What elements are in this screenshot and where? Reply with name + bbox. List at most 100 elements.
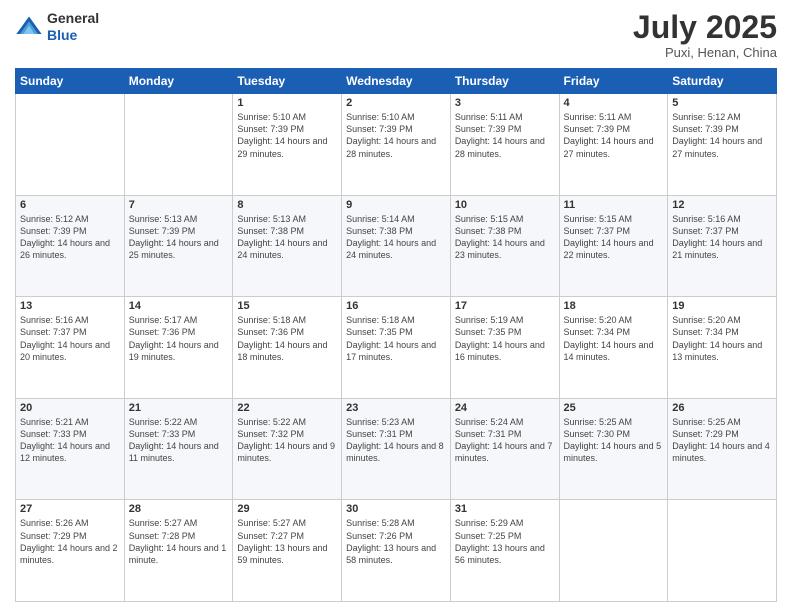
calendar-cell: 21 Sunrise: 5:22 AMSunset: 7:33 PMDayligh…: [124, 398, 233, 500]
calendar-cell: 4 Sunrise: 5:11 AMSunset: 7:39 PMDaylight…: [559, 94, 668, 196]
day-number: 23: [346, 402, 446, 414]
cell-content: Sunrise: 5:28 AMSunset: 7:26 PMDaylight:…: [346, 517, 446, 566]
cell-content: Sunrise: 5:16 AMSunset: 7:37 PMDaylight:…: [20, 314, 120, 363]
cell-content: Sunrise: 5:18 AMSunset: 7:35 PMDaylight:…: [346, 314, 446, 363]
calendar-cell: 14 Sunrise: 5:17 AMSunset: 7:36 PMDayligh…: [124, 297, 233, 399]
calendar-cell: [668, 500, 777, 602]
calendar-cell: [559, 500, 668, 602]
calendar-cell: 31Sunrise: 5:29 AMSunset: 7:25 PMDayligh…: [450, 500, 559, 602]
calendar-cell: 2Sunrise: 5:10 AMSunset: 7:39 PMDaylight…: [342, 94, 451, 196]
day-number: 18: [564, 300, 664, 312]
calendar-cell: 28Sunrise: 5:27 AMSunset: 7:28 PMDayligh…: [124, 500, 233, 602]
day-number: 19: [672, 300, 772, 312]
calendar-cell: 25 Sunrise: 5:25 AMSunset: 7:30 PMDayligh…: [559, 398, 668, 500]
cell-content: Sunrise: 5:20 AMSunset: 7:34 PMDaylight:…: [564, 314, 664, 363]
cell-content: Sunrise: 5:22 AMSunset: 7:32 PMDaylight:…: [237, 416, 337, 465]
calendar-cell: 26 Sunrise: 5:25 AMSunset: 7:29 PMDayligh…: [668, 398, 777, 500]
day-number: 1: [237, 97, 337, 109]
day-number: 28: [129, 503, 229, 515]
weekday-header: Tuesday: [233, 69, 342, 94]
calendar-table: SundayMondayTuesdayWednesdayThursdayFrid…: [15, 68, 777, 602]
cell-content: Sunrise: 5:14 AMSunset: 7:38 PMDaylight:…: [346, 213, 446, 262]
cell-content: Sunrise: 5:25 AMSunset: 7:30 PMDaylight:…: [564, 416, 664, 465]
cell-content: Sunrise: 5:15 AMSunset: 7:38 PMDaylight:…: [455, 213, 555, 262]
day-number: 16: [346, 300, 446, 312]
day-number: 7: [129, 199, 229, 211]
calendar-cell: 13 Sunrise: 5:16 AMSunset: 7:37 PMDayligh…: [16, 297, 125, 399]
calendar-cell: 16 Sunrise: 5:18 AMSunset: 7:35 PMDayligh…: [342, 297, 451, 399]
location: Puxi, Henan, China: [633, 45, 777, 60]
calendar-cell: 6Sunrise: 5:12 AMSunset: 7:39 PMDaylight…: [16, 195, 125, 297]
cell-content: Sunrise: 5:13 AMSunset: 7:39 PMDaylight:…: [129, 213, 229, 262]
weekday-header: Wednesday: [342, 69, 451, 94]
cell-content: Sunrise: 5:22 AMSunset: 7:33 PMDaylight:…: [129, 416, 229, 465]
day-number: 20: [20, 402, 120, 414]
calendar-cell: 15Sunrise: 5:18 AMSunset: 7:36 PMDayligh…: [233, 297, 342, 399]
calendar-week-row: 13 Sunrise: 5:16 AMSunset: 7:37 PMDayligh…: [16, 297, 777, 399]
calendar-cell: [124, 94, 233, 196]
cell-content: Sunrise: 5:19 AMSunset: 7:35 PMDaylight:…: [455, 314, 555, 363]
day-number: 5: [672, 97, 772, 109]
calendar-cell: 27Sunrise: 5:26 AMSunset: 7:29 PMDayligh…: [16, 500, 125, 602]
day-number: 22: [237, 402, 337, 414]
logo-text: General Blue: [47, 10, 99, 44]
cell-content: Sunrise: 5:25 AMSunset: 7:29 PMDaylight:…: [672, 416, 772, 465]
calendar-cell: 20 Sunrise: 5:21 AMSunset: 7:33 PMDayligh…: [16, 398, 125, 500]
calendar-cell: 3Sunrise: 5:11 AMSunset: 7:39 PMDaylight…: [450, 94, 559, 196]
cell-content: Sunrise: 5:16 AMSunset: 7:37 PMDaylight:…: [672, 213, 772, 262]
cell-content: Sunrise: 5:24 AMSunset: 7:31 PMDaylight:…: [455, 416, 555, 465]
day-number: 17: [455, 300, 555, 312]
day-number: 24: [455, 402, 555, 414]
calendar-cell: 5 Sunrise: 5:12 AMSunset: 7:39 PMDaylight…: [668, 94, 777, 196]
cell-content: Sunrise: 5:13 AMSunset: 7:38 PMDaylight:…: [237, 213, 337, 262]
calendar-cell: 19Sunrise: 5:20 AMSunset: 7:34 PMDayligh…: [668, 297, 777, 399]
cell-content: Sunrise: 5:10 AMSunset: 7:39 PMDaylight:…: [237, 111, 337, 160]
calendar-week-row: 20 Sunrise: 5:21 AMSunset: 7:33 PMDayligh…: [16, 398, 777, 500]
day-number: 13: [20, 300, 120, 312]
day-number: 4: [564, 97, 664, 109]
calendar-cell: 9 Sunrise: 5:14 AMSunset: 7:38 PMDaylight…: [342, 195, 451, 297]
logo-general: General: [47, 10, 99, 27]
cell-content: Sunrise: 5:21 AMSunset: 7:33 PMDaylight:…: [20, 416, 120, 465]
day-number: 10: [455, 199, 555, 211]
day-number: 26: [672, 402, 772, 414]
weekday-header: Friday: [559, 69, 668, 94]
calendar-cell: 12 Sunrise: 5:16 AMSunset: 7:37 PMDayligh…: [668, 195, 777, 297]
calendar-header-row: SundayMondayTuesdayWednesdayThursdayFrid…: [16, 69, 777, 94]
calendar-cell: 11Sunrise: 5:15 AMSunset: 7:37 PMDayligh…: [559, 195, 668, 297]
calendar-cell: 30Sunrise: 5:28 AMSunset: 7:26 PMDayligh…: [342, 500, 451, 602]
day-number: 12: [672, 199, 772, 211]
calendar-cell: 17 Sunrise: 5:19 AMSunset: 7:35 PMDayligh…: [450, 297, 559, 399]
day-number: 14: [129, 300, 229, 312]
calendar-cell: 7 Sunrise: 5:13 AMSunset: 7:39 PMDaylight…: [124, 195, 233, 297]
page: General Blue July 2025 Puxi, Henan, Chin…: [0, 0, 792, 612]
calendar-cell: [16, 94, 125, 196]
cell-content: Sunrise: 5:11 AMSunset: 7:39 PMDaylight:…: [564, 111, 664, 160]
calendar-cell: 24 Sunrise: 5:24 AMSunset: 7:31 PMDayligh…: [450, 398, 559, 500]
calendar-cell: 23 Sunrise: 5:23 AMSunset: 7:31 PMDayligh…: [342, 398, 451, 500]
day-number: 3: [455, 97, 555, 109]
calendar-cell: 29Sunrise: 5:27 AMSunset: 7:27 PMDayligh…: [233, 500, 342, 602]
weekday-header: Thursday: [450, 69, 559, 94]
cell-content: Sunrise: 5:26 AMSunset: 7:29 PMDaylight:…: [20, 517, 120, 566]
day-number: 29: [237, 503, 337, 515]
cell-content: Sunrise: 5:15 AMSunset: 7:37 PMDaylight:…: [564, 213, 664, 262]
weekday-header: Sunday: [16, 69, 125, 94]
day-number: 25: [564, 402, 664, 414]
cell-content: Sunrise: 5:12 AMSunset: 7:39 PMDaylight:…: [20, 213, 120, 262]
calendar-cell: 10 Sunrise: 5:15 AMSunset: 7:38 PMDayligh…: [450, 195, 559, 297]
calendar-week-row: 1 Sunrise: 5:10 AMSunset: 7:39 PMDaylight…: [16, 94, 777, 196]
logo-blue: Blue: [47, 27, 99, 44]
day-number: 8: [237, 199, 337, 211]
logo-icon: [15, 13, 43, 41]
cell-content: Sunrise: 5:29 AMSunset: 7:25 PMDaylight:…: [455, 517, 555, 566]
weekday-header: Monday: [124, 69, 233, 94]
logo: General Blue: [15, 10, 99, 44]
cell-content: Sunrise: 5:17 AMSunset: 7:36 PMDaylight:…: [129, 314, 229, 363]
day-number: 9: [346, 199, 446, 211]
cell-content: Sunrise: 5:12 AMSunset: 7:39 PMDaylight:…: [672, 111, 772, 160]
calendar-week-row: 27Sunrise: 5:26 AMSunset: 7:29 PMDayligh…: [16, 500, 777, 602]
cell-content: Sunrise: 5:23 AMSunset: 7:31 PMDaylight:…: [346, 416, 446, 465]
day-number: 21: [129, 402, 229, 414]
cell-content: Sunrise: 5:18 AMSunset: 7:36 PMDaylight:…: [237, 314, 337, 363]
